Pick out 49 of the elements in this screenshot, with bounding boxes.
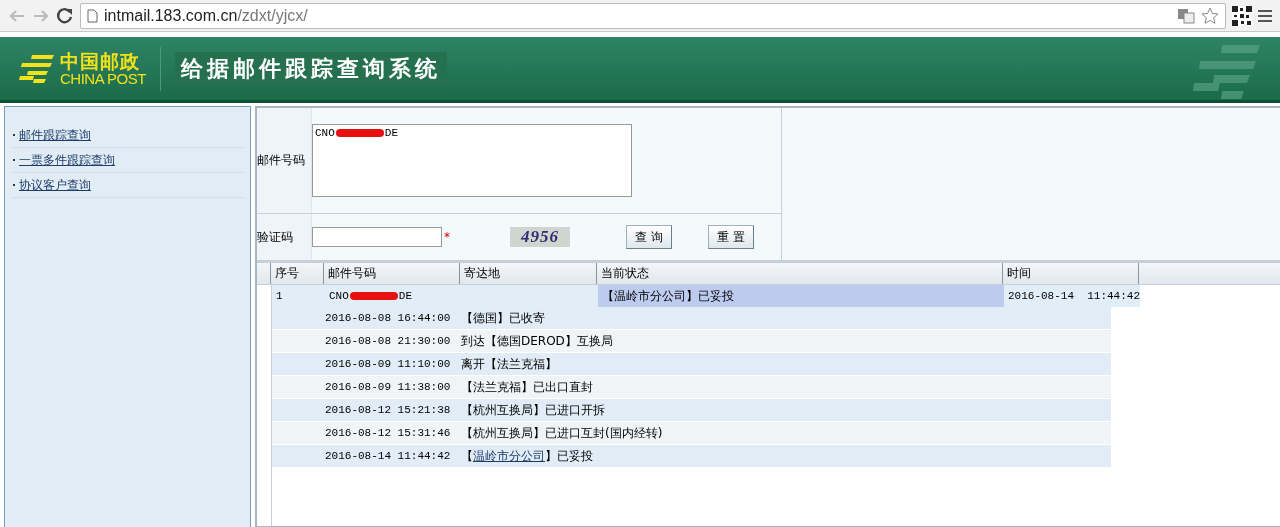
address-bar[interactable]: intmail.183.com.cn/zdxt/yjcx/ — [80, 2, 1226, 29]
url-text: intmail.183.com.cn/zdxt/yjcx/ — [104, 6, 309, 25]
event-time: 2016-08-08 16:44:00 — [325, 311, 452, 326]
table-cell: 【温岭市分公司】已妥投 — [598, 285, 1004, 307]
event-status: 【杭州互换局】已进口互封(国内经转) — [461, 424, 664, 442]
event-time: 2016-08-09 11:38:00 — [325, 380, 452, 395]
required-mark: * — [444, 230, 450, 244]
logo-icon — [18, 52, 56, 85]
table-cell-text: 1 — [275, 289, 284, 304]
system-title: 给据邮件跟踪查询系统 — [174, 51, 447, 86]
star-icon[interactable] — [1201, 6, 1219, 25]
logo-subtext: CHINA POST — [60, 70, 146, 87]
tracking-number: CNO DE — [329, 290, 412, 302]
table-cell-text: 2016-08-14 11:44:42 — [1007, 289, 1140, 304]
reload-icon[interactable] — [56, 6, 74, 25]
column-header[interactable]: 邮件号码 — [324, 263, 460, 284]
menu-icon[interactable] — [1258, 9, 1272, 22]
office-link[interactable]: 温岭市分公司 — [473, 447, 545, 465]
query-button[interactable]: 查 询 — [626, 225, 672, 249]
event-status: 【杭州互换局】已进口开拆 — [461, 401, 606, 419]
event-status: 【温岭市分公司】已妥投 — [461, 446, 594, 467]
column-header[interactable]: 寄达地 — [460, 263, 597, 284]
translate-icon[interactable] — [1177, 7, 1195, 24]
event-status: 离开【法兰克福】 — [461, 355, 558, 373]
field-label: 邮件号码 — [257, 152, 305, 169]
sidebar-link[interactable]: 协议客户查询 — [19, 176, 91, 194]
event-time: 2016-08-12 15:21:38 — [325, 403, 452, 418]
sidebar-link[interactable]: 邮件跟踪查询 — [19, 126, 91, 144]
column-header[interactable]: 序号 — [271, 263, 324, 284]
event-status: 【法兰克福】已出口直封 — [461, 378, 594, 396]
field-label: 验证码 — [257, 228, 293, 246]
reset-button[interactable]: 重 置 — [707, 225, 754, 249]
event-time: 2016-08-08 21:30:00 — [325, 334, 452, 349]
tracking-number: CNO DE — [315, 127, 398, 139]
column-header[interactable]: 当前状态 — [597, 263, 1003, 284]
tracking-number-field[interactable]: CNO DE — [312, 124, 632, 197]
page-icon — [87, 8, 98, 23]
logo-watermark-icon — [1192, 45, 1262, 101]
event-time: 2016-08-12 15:31:46 — [325, 426, 452, 441]
column-header[interactable]: 时间 — [1003, 263, 1139, 284]
qr-code-icon[interactable] — [1232, 5, 1252, 26]
event-status: 【德国】已收寄 — [461, 309, 546, 327]
captcha-image: 4956 — [510, 227, 570, 247]
event-status: 到达【德国DEROD】互换局 — [461, 332, 614, 350]
event-time: 2016-08-14 11:44:42 — [325, 449, 452, 464]
captcha-field[interactable] — [312, 227, 442, 247]
sidebar-link[interactable]: 一票多件跟踪查询 — [19, 151, 115, 169]
event-time: 2016-08-09 11:10:00 — [325, 357, 452, 372]
logo-text: 中国邮政 — [60, 50, 141, 71]
